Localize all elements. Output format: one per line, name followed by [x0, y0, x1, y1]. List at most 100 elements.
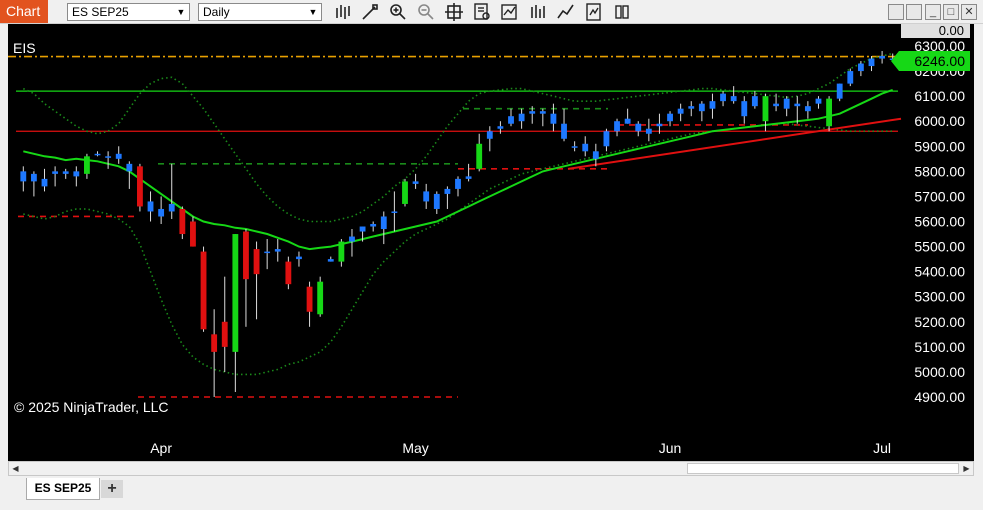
candle-body — [762, 96, 769, 122]
candle-body — [221, 321, 228, 347]
candle-body — [635, 123, 642, 132]
crosshair-icon[interactable] — [444, 2, 464, 22]
candle-body — [645, 128, 652, 134]
candle-body — [730, 96, 737, 102]
candle-body — [497, 126, 504, 129]
candle-body — [370, 224, 377, 227]
add-tab-button[interactable]: + — [101, 480, 123, 498]
candle-body — [41, 178, 48, 187]
zoom-in-icon[interactable] — [388, 2, 408, 22]
x-tick-label: May — [402, 440, 428, 456]
chevron-down-icon: ▼ — [308, 7, 318, 17]
properties-icon[interactable] — [584, 2, 604, 22]
candle-body — [349, 236, 355, 242]
chevron-down-icon: ▼ — [176, 7, 186, 17]
timeframe-selector[interactable]: Daily ▼ — [198, 3, 322, 21]
candle-body — [741, 101, 748, 117]
instrument-value: ES SEP25 — [72, 5, 129, 19]
maximize-button[interactable]: □ — [943, 4, 959, 20]
candle-body — [306, 286, 313, 312]
candle-body — [62, 171, 69, 174]
tab-es-sep25[interactable]: ES SEP25 — [26, 478, 100, 500]
candle-body — [804, 106, 811, 112]
candle-body — [571, 146, 578, 148]
drawing-tool-icon[interactable] — [360, 2, 380, 22]
y-tick-label: 5700.00 — [914, 188, 965, 204]
candle-body — [603, 131, 610, 147]
candle-body — [274, 249, 281, 252]
candle-body — [179, 208, 186, 235]
candle-body — [253, 249, 260, 275]
candle-body — [529, 111, 536, 114]
chart-toolbar: Chart ES SEP25 ▼ Daily ▼ _ □ ✕ — [0, 0, 983, 24]
candle-body — [455, 178, 461, 189]
candle-body — [444, 188, 451, 194]
candle-body — [211, 334, 218, 352]
close-button[interactable]: ✕ — [961, 4, 977, 20]
candle-body — [338, 241, 345, 262]
scroll-right-button[interactable]: ▶ — [960, 462, 973, 475]
candle-body — [115, 153, 122, 159]
price-chart[interactable]: 6300.00 6200.00 6100.00 6000.00 5900.00 5800.… — [8, 24, 974, 461]
bars-type-icon[interactable] — [333, 2, 353, 22]
y-tick-label: 5000.00 — [914, 364, 965, 380]
indicators-icon[interactable] — [500, 2, 520, 22]
candle-body — [327, 259, 334, 262]
y-tick-label: 5100.00 — [914, 339, 965, 355]
instrument-selector[interactable]: ES SEP25 ▼ — [67, 3, 190, 21]
minimize-button[interactable]: _ — [925, 4, 941, 20]
candle-body — [847, 71, 854, 84]
candle-body — [285, 261, 292, 285]
candle-body — [826, 98, 832, 127]
scroll-left-button[interactable]: ◀ — [9, 462, 22, 475]
candle-body — [476, 143, 483, 169]
scroll-thumb[interactable] — [687, 463, 959, 474]
tab-bar: ES SEP25 + — [0, 477, 983, 510]
y-tick-label: 5500.00 — [914, 239, 965, 255]
candle-body — [773, 103, 779, 107]
line-chart-icon[interactable] — [556, 2, 576, 22]
window-label: Chart — [0, 0, 48, 23]
candle-body — [486, 131, 493, 139]
candle-body — [296, 256, 302, 260]
candle-body — [698, 103, 705, 112]
x-tick-label: Apr — [150, 440, 172, 456]
candle-body — [561, 123, 567, 139]
window-color-button[interactable] — [906, 4, 922, 20]
x-tick-label: Jul — [873, 440, 891, 456]
candle-body — [52, 171, 59, 174]
copyright-text: © 2025 NinjaTrader, LLC — [14, 399, 169, 415]
link-icon[interactable] — [612, 2, 632, 22]
y-tick-label: 5300.00 — [914, 289, 965, 305]
candle-body — [857, 63, 864, 72]
candle-body — [868, 58, 875, 67]
candle-body — [137, 166, 143, 207]
candle-body — [359, 226, 366, 232]
candle-body — [147, 201, 154, 212]
candle-body — [190, 221, 196, 247]
candle-body — [879, 56, 886, 59]
candle-body — [677, 108, 684, 114]
candle-body — [94, 153, 101, 156]
candle-body — [518, 113, 525, 122]
candle-body — [508, 116, 514, 124]
zoom-out-icon[interactable] — [416, 2, 436, 22]
candle-body — [688, 106, 695, 109]
top-price-tag: 0.00 — [901, 24, 970, 38]
candle-body — [158, 208, 165, 217]
data-box-icon[interactable] — [472, 2, 492, 22]
chart-canvas: 6300.006200.006100.006000.005900.005800.… — [8, 38, 965, 456]
y-tick-label: 4900.00 — [914, 389, 965, 405]
candle-body — [815, 98, 822, 104]
window-color-button[interactable] — [888, 4, 904, 20]
y-tick-label: 5900.00 — [914, 138, 965, 154]
horizontal-scrollbar[interactable]: ◀ ▶ — [8, 461, 974, 476]
y-tick-label: 5600.00 — [914, 214, 965, 230]
y-tick-label: 5200.00 — [914, 314, 965, 330]
candle-body — [243, 231, 249, 280]
candle-body — [582, 143, 589, 152]
strategies-icon[interactable] — [528, 2, 548, 22]
candle-body — [126, 163, 133, 172]
candle-body — [751, 96, 758, 107]
candle-body — [433, 193, 440, 209]
